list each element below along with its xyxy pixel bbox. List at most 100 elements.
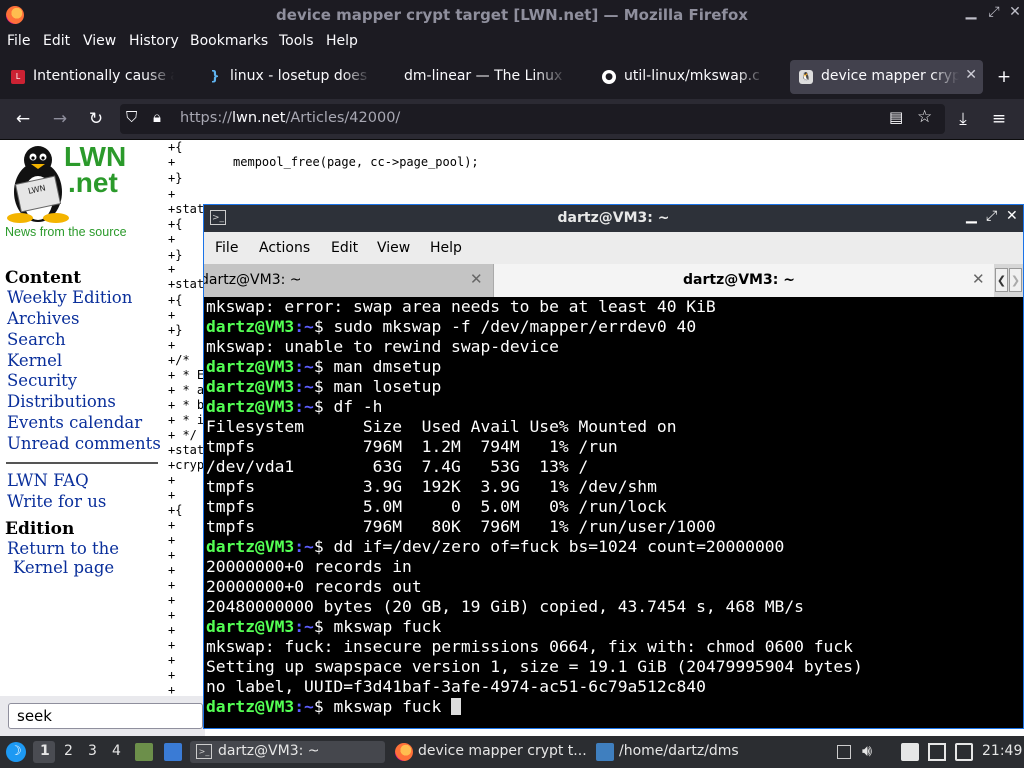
sidebar-link-write-for-us[interactable]: Write for us xyxy=(7,492,106,512)
sidebar-link-kernel[interactable]: Kernel xyxy=(7,351,62,371)
reader-view-icon[interactable]: ▤ xyxy=(889,108,903,126)
menu-bookmarks[interactable]: Bookmarks xyxy=(190,33,268,49)
code-line: + xyxy=(168,232,176,246)
firefox-titlebar: device mapper crypt target [LWN.net] — M… xyxy=(0,0,1024,30)
sidebar-link-distributions[interactable]: Distributions xyxy=(7,392,116,412)
new-tab-button[interactable]: + xyxy=(993,66,1015,88)
terminal-close-icon[interactable]: ✕ xyxy=(1006,208,1018,224)
shield-icon[interactable]: ⛉ xyxy=(126,108,137,126)
forward-button[interactable]: → xyxy=(49,108,71,130)
code-line: +{ xyxy=(168,217,183,231)
sidebar-link-weekly-edition[interactable]: Weekly Edition xyxy=(7,288,132,308)
workspace-2[interactable]: 2 xyxy=(64,743,73,759)
minimize-icon[interactable]: ▁ xyxy=(962,4,980,20)
terminal-minimize-icon[interactable]: ▁ xyxy=(966,208,977,224)
sidebar-link-search[interactable]: Search xyxy=(7,330,66,350)
workspace-4[interactable]: 4 xyxy=(112,743,121,759)
terminal-window[interactable]: >_ dartz@VM3: ~ ▁ ⤢ ✕ File Actions Edit … xyxy=(203,204,1024,729)
terminal-tab-2[interactable]: dartz@VM3: ~ ✕ xyxy=(494,264,994,297)
code-line: +} xyxy=(168,171,183,185)
prompt-user: dartz@VM3 xyxy=(206,617,295,636)
tab-close-icon[interactable]: ✕ xyxy=(965,67,977,83)
url-text[interactable]: https://lwn.net/Articles/42000/ xyxy=(180,110,400,126)
lock-icon[interactable]: 🔒︎ xyxy=(153,108,161,126)
prompt-user: dartz@VM3 xyxy=(206,537,295,556)
tab-mkswap-github[interactable]: ● util-linux/mkswap.c a xyxy=(593,60,789,94)
terminal-output-line: 20480000000 bytes (20 GB, 19 GiB) copied… xyxy=(206,597,804,616)
sidebar-link-kernel-page[interactable]: Kernel page xyxy=(13,558,114,578)
terminal-tab-1[interactable]: dartz@VM3: ~ ✕ xyxy=(204,264,494,297)
url-bar[interactable]: ⛉ 🔒︎ https://lwn.net/Articles/42000/ ▤ ☆ xyxy=(120,104,945,134)
menu-file[interactable]: File xyxy=(7,33,30,49)
tab-scroll-left-icon[interactable]: ❮ xyxy=(995,268,1008,292)
download-icon[interactable]: ⤓ xyxy=(952,108,974,130)
code-line: + xyxy=(168,653,176,667)
show-desktop-icon[interactable] xyxy=(164,743,182,761)
hamburger-menu-icon[interactable]: ≡ xyxy=(988,108,1010,130)
lwn-logo-text[interactable]: LWN .net xyxy=(64,143,126,197)
workspace-3[interactable]: 3 xyxy=(88,743,97,759)
tab-losetup[interactable]: } linux - losetup does n xyxy=(199,60,395,94)
tray-window-icon[interactable] xyxy=(837,745,851,759)
maximize-icon[interactable]: ⤢ xyxy=(985,4,1003,20)
terminal-menu-actions[interactable]: Actions xyxy=(259,240,310,256)
terminal-output-line: mkswap: error: swap area needs to be at … xyxy=(206,297,716,316)
terminal-tabbar: dartz@VM3: ~ ✕ dartz@VM3: ~ ✕ ❮ ❯ xyxy=(204,264,1023,297)
sidebar-link-return-to-kernel[interactable]: Return to the xyxy=(7,539,119,559)
back-button[interactable]: ← xyxy=(12,108,34,130)
code-line: + * b xyxy=(168,398,205,412)
code-line: + * a xyxy=(168,383,205,397)
app-menu-icon[interactable]: ☽ xyxy=(6,742,26,762)
prompt-path: :~ xyxy=(294,357,314,376)
task-terminal[interactable]: dartz@VM3: ~ xyxy=(218,743,320,759)
code-line: +stat xyxy=(168,202,205,216)
bookmark-star-icon[interactable]: ☆ xyxy=(917,107,932,127)
terminal-titlebar[interactable]: >_ dartz@VM3: ~ ▁ ⤢ ✕ xyxy=(204,205,1023,232)
terminal-output-line: /dev/vda1 63G 7.4G 53G 13% / xyxy=(206,457,589,476)
sidebar-link-archives[interactable]: Archives xyxy=(7,309,80,329)
code-line: + xyxy=(168,533,176,547)
sidebar-link-security[interactable]: Security xyxy=(7,371,77,391)
clipboard-icon[interactable] xyxy=(901,743,919,761)
terminal-screen[interactable]: mkswap: error: swap area needs to be at … xyxy=(206,297,1021,727)
file-manager-launcher-icon[interactable] xyxy=(135,743,153,761)
sidebar-link-unread-comments[interactable]: Unread comments xyxy=(7,434,161,454)
firefox-navbar: ← → ↻ ⛉ 🔒︎ https://lwn.net/Articles/4200… xyxy=(0,99,1024,140)
tab-scroll-right-icon[interactable]: ❯ xyxy=(1009,268,1022,292)
task-firefox[interactable]: device mapper crypt t... xyxy=(418,743,587,759)
network-icon[interactable] xyxy=(928,743,946,761)
sidebar-link-lwn-faq[interactable]: LWN FAQ xyxy=(7,471,89,491)
tab-intentionally-cause[interactable]: L Intentionally cause a xyxy=(2,60,198,94)
volume-icon[interactable]: 🔊︎ xyxy=(862,741,872,761)
firefox-menubar: File Edit View History Bookmarks Tools H… xyxy=(0,30,1024,55)
command-text: man losetup xyxy=(333,377,442,396)
terminal-command-line: dartz@VM3:~$ dd if=/dev/zero of=fuck bs=… xyxy=(206,537,784,557)
firefox-tabstrip: L Intentionally cause a } linux - losetu… xyxy=(0,55,1024,99)
terminal-menu-help[interactable]: Help xyxy=(430,240,462,256)
terminal-tab-close-icon[interactable]: ✕ xyxy=(470,270,483,288)
sidebar-link-events-calendar[interactable]: Events calendar xyxy=(7,413,142,433)
menu-edit[interactable]: Edit xyxy=(43,33,70,49)
find-input[interactable]: seek xyxy=(8,703,203,729)
prompt-symbol: $ xyxy=(313,397,334,416)
workspace-1[interactable]: 1 xyxy=(40,743,50,759)
menu-history[interactable]: History xyxy=(129,33,179,49)
clock[interactable]: 21:49 xyxy=(982,743,1022,759)
reload-button[interactable]: ↻ xyxy=(85,108,107,130)
terminal-maximize-icon[interactable]: ⤢ xyxy=(986,208,997,224)
prompt-path: :~ xyxy=(294,537,314,556)
close-icon[interactable]: ✕ xyxy=(1006,4,1024,20)
lwn-favicon-icon: L xyxy=(11,70,25,84)
code-line: + xyxy=(168,518,176,532)
menu-help[interactable]: Help xyxy=(326,33,358,49)
terminal-menu-file[interactable]: File xyxy=(215,240,238,256)
notifications-icon[interactable] xyxy=(955,743,973,761)
terminal-menu-view[interactable]: View xyxy=(377,240,410,256)
menu-view[interactable]: View xyxy=(83,33,116,49)
terminal-menu-edit[interactable]: Edit xyxy=(331,240,358,256)
tab-device-mapper-crypt[interactable]: 🐧 device mapper crypt ✕ xyxy=(790,60,983,94)
menu-tools[interactable]: Tools xyxy=(279,33,314,49)
tab-dm-linear[interactable]: dm-linear — The Linux K xyxy=(396,60,592,94)
terminal-tab-close-icon[interactable]: ✕ xyxy=(972,270,985,288)
task-file-manager[interactable]: /home/dartz/dms xyxy=(619,743,739,759)
